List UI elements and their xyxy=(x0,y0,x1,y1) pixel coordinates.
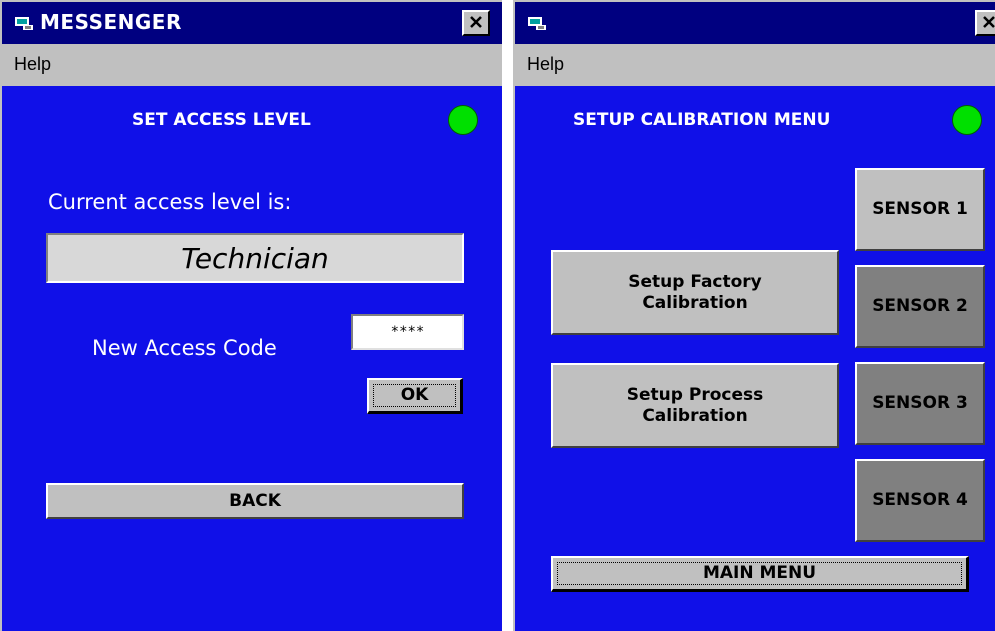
menu-bar: Help xyxy=(2,44,502,86)
title-bar[interactable] xyxy=(515,0,995,44)
sensor-1-button[interactable]: SENSOR 1 xyxy=(855,168,985,251)
menu-bar: Help xyxy=(515,44,995,86)
sensor-2-button[interactable]: SENSOR 2 xyxy=(855,265,985,348)
new-code-label: New Access Code xyxy=(92,336,277,360)
setup-factory-label: Setup Factory Calibration xyxy=(628,271,762,313)
app-icon xyxy=(527,14,547,32)
menu-help[interactable]: Help xyxy=(527,54,564,75)
current-level-label: Current access level is: xyxy=(48,190,292,214)
current-level-display: Technician xyxy=(46,233,464,283)
close-button[interactable] xyxy=(462,10,490,36)
main-menu-label: MAIN MENU xyxy=(702,563,817,583)
ok-label: OK xyxy=(400,385,429,405)
sensor-3-button[interactable]: SENSOR 3 xyxy=(855,362,985,445)
main-menu-button[interactable]: MAIN MENU xyxy=(551,556,969,592)
sensor-4-button[interactable]: SENSOR 4 xyxy=(855,459,985,542)
screen-title: SETUP CALIBRATION MENU xyxy=(573,110,831,130)
messenger-window: MESSENGER Help SET ACCESS LEVEL Current … xyxy=(0,0,502,631)
window-title: MESSENGER xyxy=(40,10,182,34)
sensor-label: SENSOR 2 xyxy=(872,296,968,316)
title-bar[interactable]: MESSENGER xyxy=(2,0,502,44)
menu-help[interactable]: Help xyxy=(14,54,51,75)
close-button[interactable] xyxy=(975,10,995,36)
status-led-icon xyxy=(448,105,478,135)
ok-button[interactable]: OK xyxy=(367,378,463,414)
back-label: BACK xyxy=(229,490,281,511)
access-code-input[interactable] xyxy=(351,314,464,350)
status-led-icon xyxy=(952,105,982,135)
setup-process-label: Setup Process Calibration xyxy=(626,384,764,426)
close-icon xyxy=(982,14,995,33)
close-icon xyxy=(469,14,483,33)
app-icon xyxy=(14,14,34,32)
setup-process-calibration-button[interactable]: Setup Process Calibration xyxy=(551,363,839,448)
sensor-label: SENSOR 3 xyxy=(872,393,968,413)
sensor-label: SENSOR 4 xyxy=(872,490,968,510)
setup-factory-calibration-button[interactable]: Setup Factory Calibration xyxy=(551,250,839,335)
back-button[interactable]: BACK xyxy=(46,483,464,519)
screen-title: SET ACCESS LEVEL xyxy=(132,110,311,130)
sensor-label: SENSOR 1 xyxy=(872,199,968,219)
calibration-window: Help SETUP CALIBRATION MENU Setup Factor… xyxy=(513,0,995,631)
